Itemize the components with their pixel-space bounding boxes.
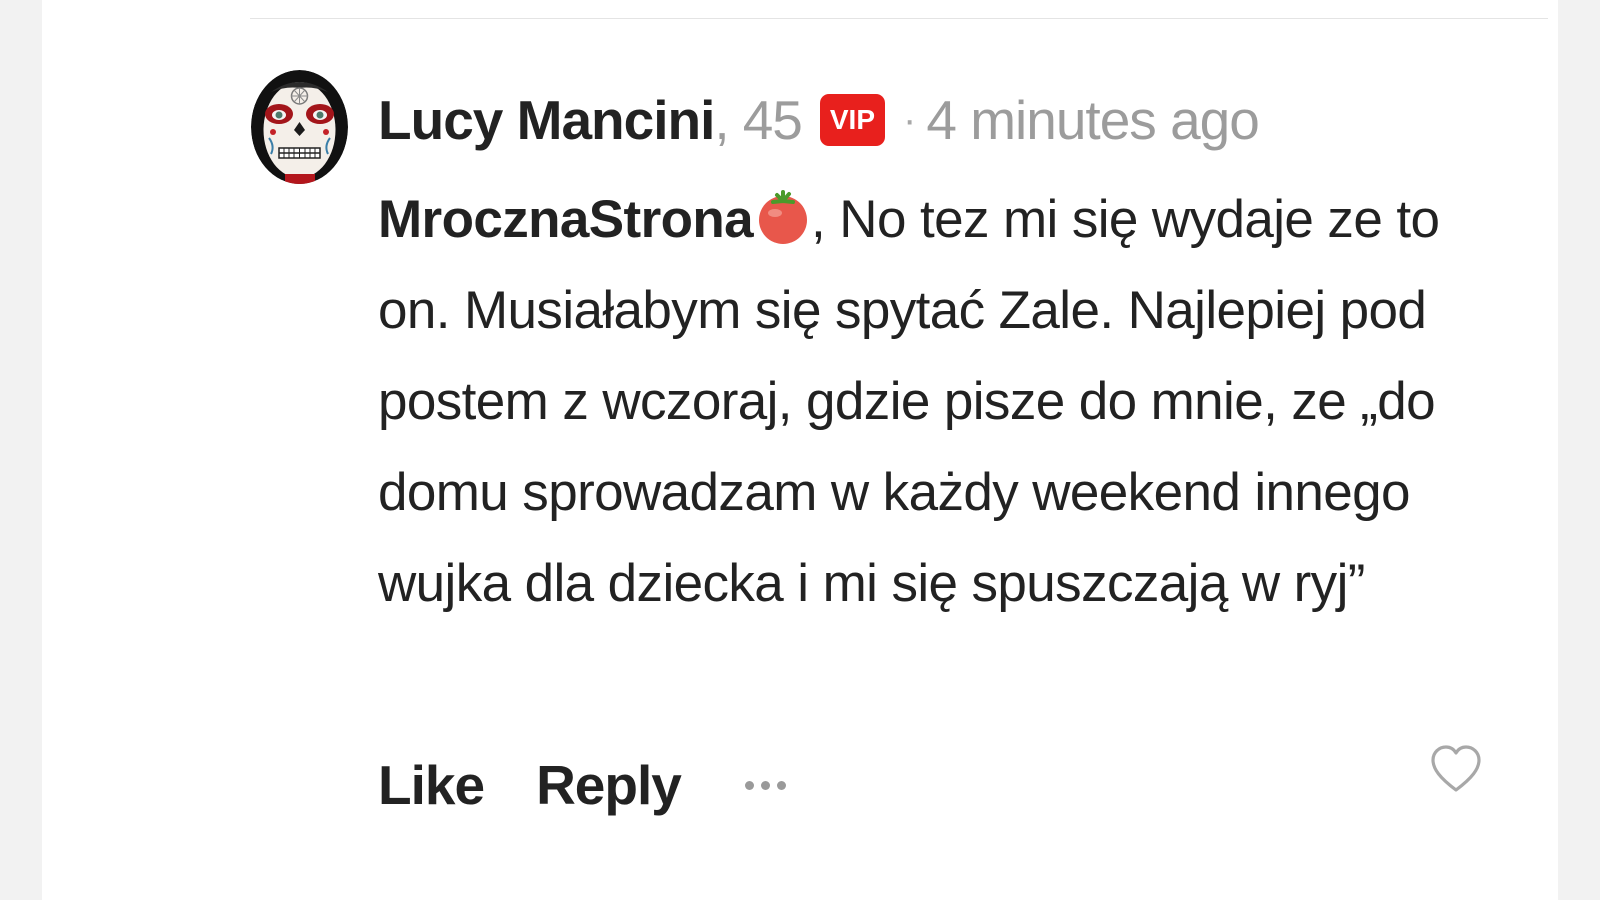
divider (250, 18, 1548, 19)
author-age: 45 (742, 89, 803, 151)
comment-actions: Like Reply (378, 745, 786, 825)
age-separator: , (714, 89, 729, 151)
separator-dot: · (903, 97, 917, 142)
comment-header: Lucy Mancini , 45 VIP · 4 minutes ago (378, 80, 1508, 160)
author-name[interactable]: Lucy Mancini (378, 88, 715, 152)
dot (776, 780, 786, 790)
reply-button[interactable]: Reply (536, 753, 682, 817)
comment-body: MrocznaStrona , No tez mi się wydaje ze … (378, 174, 1508, 629)
heart-icon[interactable] (1430, 744, 1482, 796)
tomato-emoji-icon (755, 189, 811, 245)
mention-link[interactable]: MrocznaStrona (378, 190, 754, 249)
vip-badge: VIP (819, 94, 886, 146)
comment-text: , No tez mi się wydaje ze to on. Musiała… (378, 190, 1440, 613)
sugar-skull-avatar-image (251, 70, 348, 184)
dot (744, 780, 754, 790)
more-dots-icon[interactable] (744, 780, 786, 790)
like-button[interactable]: Like (378, 753, 485, 817)
comment-page: Lucy Mancini , 45 VIP · 4 minutes ago Mr… (42, 0, 1558, 900)
comment-content: Lucy Mancini , 45 VIP · 4 minutes ago Mr… (378, 80, 1508, 629)
avatar[interactable] (251, 70, 348, 184)
comment-timestamp: 4 minutes ago (926, 89, 1259, 151)
dot (760, 780, 770, 790)
